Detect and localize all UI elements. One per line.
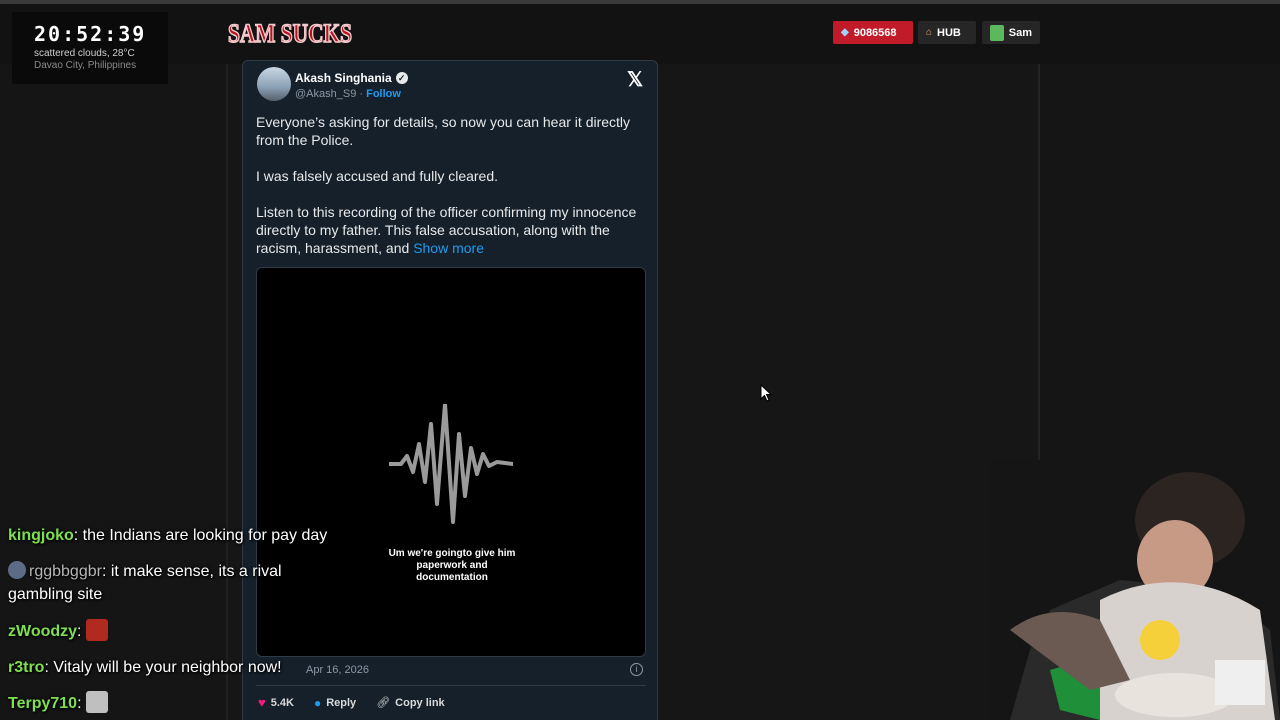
chat-username: rggbbggbr <box>29 563 102 580</box>
chat-username: kingjoko <box>8 527 74 544</box>
author-handle[interactable]: @Akash_S9 <box>295 88 356 100</box>
handle-row: @Akash_S9 · Follow <box>295 88 401 100</box>
user-label: Sam <box>1008 26 1032 39</box>
link-icon: 🔗︎ <box>376 697 391 709</box>
info-icon[interactable]: i <box>630 663 643 676</box>
copy-link-button[interactable]: 🔗︎ Copy link <box>376 696 445 710</box>
mouse-cursor-icon <box>760 384 772 402</box>
clock-widget: 20:52:39 scattered clouds, 28°C Davao Ci… <box>12 12 168 84</box>
site-logo[interactable]: SAM SUCKS <box>226 10 356 54</box>
home-icon: ⌂ <box>926 27 933 38</box>
chat-text: : Vitaly will be your neighbor now! <box>44 659 282 676</box>
tweet-embed[interactable]: Akash Singhania ✓ @Akash_S9 · Follow 𝕏 E… <box>242 60 658 720</box>
separator-dot: · <box>359 88 364 100</box>
chat-username: Terpy710 <box>8 695 78 712</box>
copy-link-label: Copy link <box>395 696 445 709</box>
hub-button[interactable]: ⌂ HUB <box>918 21 976 44</box>
like-count: 5.4K <box>270 696 294 709</box>
stream-overlay: 20:52:39 scattered clouds, 28°C Davao Ci… <box>0 0 1280 720</box>
chat-text: : the Indians are looking for pay day <box>73 527 328 544</box>
user-avatar-icon <box>990 24 1004 41</box>
chat-text: : <box>77 623 82 640</box>
chat-message: r3tro: Vitaly will be your neighbor now! <box>8 656 282 679</box>
verified-badge-icon: ✓ <box>395 72 408 84</box>
hub-label: HUB <box>937 26 961 39</box>
top-bar <box>0 0 1280 64</box>
follow-button[interactable]: Follow <box>366 88 401 100</box>
author-avatar[interactable] <box>257 67 291 101</box>
chat-message: Terpy710: <box>8 691 108 715</box>
angry-face-emote-icon <box>85 619 108 641</box>
chat-username: r3tro <box>8 659 45 676</box>
points-value: 9086568 <box>853 26 897 39</box>
tweet-actions: ♥ 5.4K ● Reply 🔗︎ Copy link <box>258 695 445 710</box>
weather-text: scattered clouds, 28°C <box>34 48 135 59</box>
author-name[interactable]: Akash Singhania <box>295 71 392 85</box>
clock-time: 20:52:39 <box>34 22 147 46</box>
diamond-icon: ◆ <box>841 27 849 38</box>
tweet-text: Everyone’s asking for details, so now yo… <box>256 113 646 275</box>
chat-message: kingjoko: the Indians are looking for pa… <box>8 524 327 547</box>
caption-line-1: Um we're goingto give him <box>388 548 516 559</box>
tweet-divider <box>256 685 646 686</box>
tweet-date[interactable]: Apr 16, 2026 <box>306 664 369 676</box>
waveform-icon <box>389 404 513 524</box>
reply-label: Reply <box>326 696 357 709</box>
city-text: Davao City, Philippines <box>34 60 137 71</box>
tweet-paragraph-1: Everyone’s asking for details, so now yo… <box>256 114 631 148</box>
tweet-paragraph-3: Listen to this recording of the officer … <box>256 203 646 257</box>
face-emote-icon <box>85 691 108 713</box>
author-name-row[interactable]: Akash Singhania ✓ <box>295 71 408 85</box>
chat-username: zWoodzy <box>8 623 78 640</box>
reply-bubble-icon: ● <box>313 695 322 710</box>
tweet-paragraph-2: I was falsely accused and fully cleared. <box>256 168 499 184</box>
logo-text: SAM SUCKS <box>228 19 352 48</box>
user-menu-button[interactable]: Sam <box>982 21 1040 44</box>
webcam-feed <box>990 460 1280 720</box>
left-rail <box>226 64 228 720</box>
chat-message: rggbbggbr: it make sense, its a rival ga… <box>8 560 328 606</box>
chat-text: : <box>77 695 82 712</box>
like-button[interactable]: ♥ 5.4K <box>258 695 294 710</box>
heart-icon: ♥ <box>258 695 266 710</box>
show-more-link[interactable]: Show more <box>413 240 484 256</box>
points-badge[interactable]: ◆ 9086568 <box>833 21 913 44</box>
x-logo-icon[interactable]: 𝕏 <box>627 67 643 92</box>
subscriber-badge-icon <box>8 561 26 579</box>
chat-message: zWoodzy: <box>8 619 108 643</box>
reply-button[interactable]: ● Reply <box>314 696 356 710</box>
